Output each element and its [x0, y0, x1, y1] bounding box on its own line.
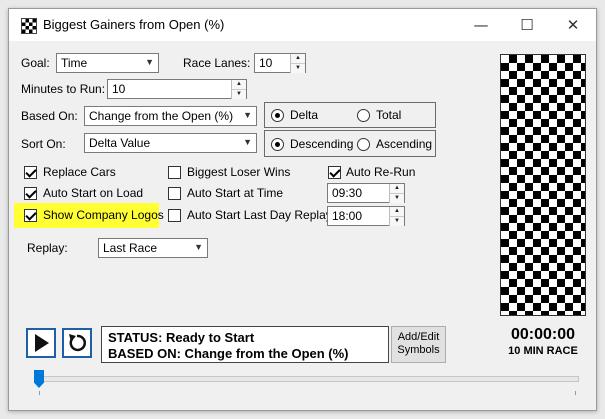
checkered-flag-icon	[21, 18, 37, 34]
add-edit-symbols-button[interactable]: Add/Edit Symbols	[391, 326, 446, 363]
add-edit-label: Add/Edit	[397, 331, 440, 343]
spin-up-icon[interactable]: ▲	[389, 207, 404, 216]
spin-down-icon[interactable]: ▼	[389, 216, 404, 226]
auto-rerun-label: Auto Re-Run	[346, 165, 416, 179]
total-label: Total	[376, 108, 402, 122]
auto-start-time-spinner[interactable]: 09:30 ▲ ▼	[327, 183, 405, 203]
minimize-icon: —	[473, 16, 489, 34]
replay-slider-track[interactable]	[35, 376, 579, 382]
slider-tick	[575, 391, 576, 395]
symbols-label: Symbols	[397, 344, 440, 356]
race-length-label: 10 MIN RACE	[508, 345, 578, 357]
replay-time-spinner[interactable]: 18:00 ▲ ▼	[327, 206, 405, 226]
close-icon: ✕	[566, 16, 580, 34]
minutes-label: Minutes to Run:	[21, 82, 106, 96]
descending-radio[interactable]	[271, 138, 284, 151]
spin-up-icon[interactable]: ▲	[290, 54, 305, 63]
replay-value: Last Race	[103, 241, 158, 255]
close-button[interactable]: ✕	[550, 9, 596, 41]
sort-order-group: Descending Ascending	[264, 130, 436, 157]
race-timer: 00:00:00	[510, 326, 576, 343]
checkered-flag-image	[500, 54, 586, 316]
maximize-icon: ☐	[520, 16, 534, 34]
spin-down-icon[interactable]: ▼	[389, 193, 404, 203]
ascending-radio[interactable]	[357, 138, 370, 151]
main-panel: Goal: Time ▼ Race Lanes: 10 ▲ ▼ Minutes …	[9, 41, 596, 410]
ascending-label: Ascending	[376, 137, 433, 151]
status-box: STATUS: Ready to Start BASED ON: Change …	[101, 326, 389, 363]
spin-up-icon[interactable]: ▲	[231, 80, 246, 89]
chevron-down-icon: ▼	[145, 57, 154, 67]
replay-dropdown[interactable]: Last Race ▼	[98, 238, 208, 258]
replay-slider-thumb[interactable]	[34, 370, 44, 388]
delta-radio[interactable]	[271, 109, 284, 122]
based-on-status-text: BASED ON: Change from the Open (%)	[108, 346, 349, 361]
biggest-loser-wins-checkbox[interactable]	[168, 166, 181, 179]
minutes-spinner[interactable]: 10 ▲ ▼	[107, 79, 247, 99]
status-text: STATUS: Ready to Start	[108, 330, 255, 345]
reset-icon	[69, 334, 86, 352]
title-bar[interactable]: Biggest Gainers from Open (%) — ☐ ✕	[9, 9, 596, 41]
auto-rerun-checkbox[interactable]	[328, 166, 341, 179]
window-title: Biggest Gainers from Open (%)	[43, 17, 225, 32]
chevron-down-icon: ▼	[243, 110, 252, 120]
reset-button[interactable]	[62, 328, 92, 358]
spin-down-icon[interactable]: ▼	[231, 89, 246, 99]
replay-time-value: 18:00	[332, 209, 363, 223]
spin-down-icon[interactable]: ▼	[290, 63, 305, 73]
auto-start-last-day-replay-label: Auto Start Last Day Replay	[187, 208, 332, 222]
race-lanes-spinner[interactable]: 10 ▲ ▼	[254, 53, 306, 73]
replay-label: Replay:	[27, 241, 68, 255]
goal-dropdown[interactable]: Time ▼	[56, 53, 159, 73]
spin-up-icon[interactable]: ▲	[389, 184, 404, 193]
sort-on-value: Delta Value	[89, 136, 151, 150]
sort-on-dropdown[interactable]: Delta Value ▼	[84, 133, 257, 153]
slider-tick	[39, 391, 40, 395]
auto-start-on-load-label: Auto Start on Load	[43, 186, 144, 200]
show-company-logos-checkbox[interactable]	[24, 209, 37, 222]
sort-on-label: Sort On:	[21, 137, 66, 151]
race-lanes-label: Race Lanes:	[183, 56, 251, 70]
total-radio[interactable]	[357, 109, 370, 122]
minutes-value: 10	[112, 82, 126, 96]
based-on-label: Based On:	[21, 109, 78, 123]
maximize-button[interactable]: ☐	[504, 9, 550, 41]
auto-start-time-value: 09:30	[332, 186, 363, 200]
delta-total-group: Delta Total	[264, 102, 436, 128]
minimize-button[interactable]: —	[458, 9, 504, 41]
app-window: Biggest Gainers from Open (%) — ☐ ✕ Goal…	[8, 8, 597, 411]
descending-label: Descending	[290, 137, 354, 151]
race-lanes-value: 10	[259, 56, 273, 70]
play-icon	[35, 334, 49, 352]
based-on-dropdown[interactable]: Change from the Open (%) ▼	[84, 106, 257, 126]
goal-label: Goal:	[21, 56, 50, 70]
replace-cars-label: Replace Cars	[43, 165, 116, 179]
delta-label: Delta	[290, 108, 319, 122]
goal-value: Time	[61, 56, 88, 70]
auto-start-at-time-checkbox[interactable]	[168, 187, 181, 200]
play-button[interactable]	[26, 328, 56, 358]
chevron-down-icon: ▼	[194, 242, 203, 252]
based-on-value: Change from the Open (%)	[89, 109, 234, 123]
chevron-down-icon: ▼	[243, 137, 252, 147]
auto-start-at-time-label: Auto Start at Time	[187, 186, 284, 200]
show-company-logos-label: Show Company Logos	[43, 208, 164, 222]
auto-start-on-load-checkbox[interactable]	[24, 187, 37, 200]
replace-cars-checkbox[interactable]	[24, 166, 37, 179]
biggest-loser-wins-label: Biggest Loser Wins	[187, 165, 291, 179]
auto-start-last-day-replay-checkbox[interactable]	[168, 209, 181, 222]
